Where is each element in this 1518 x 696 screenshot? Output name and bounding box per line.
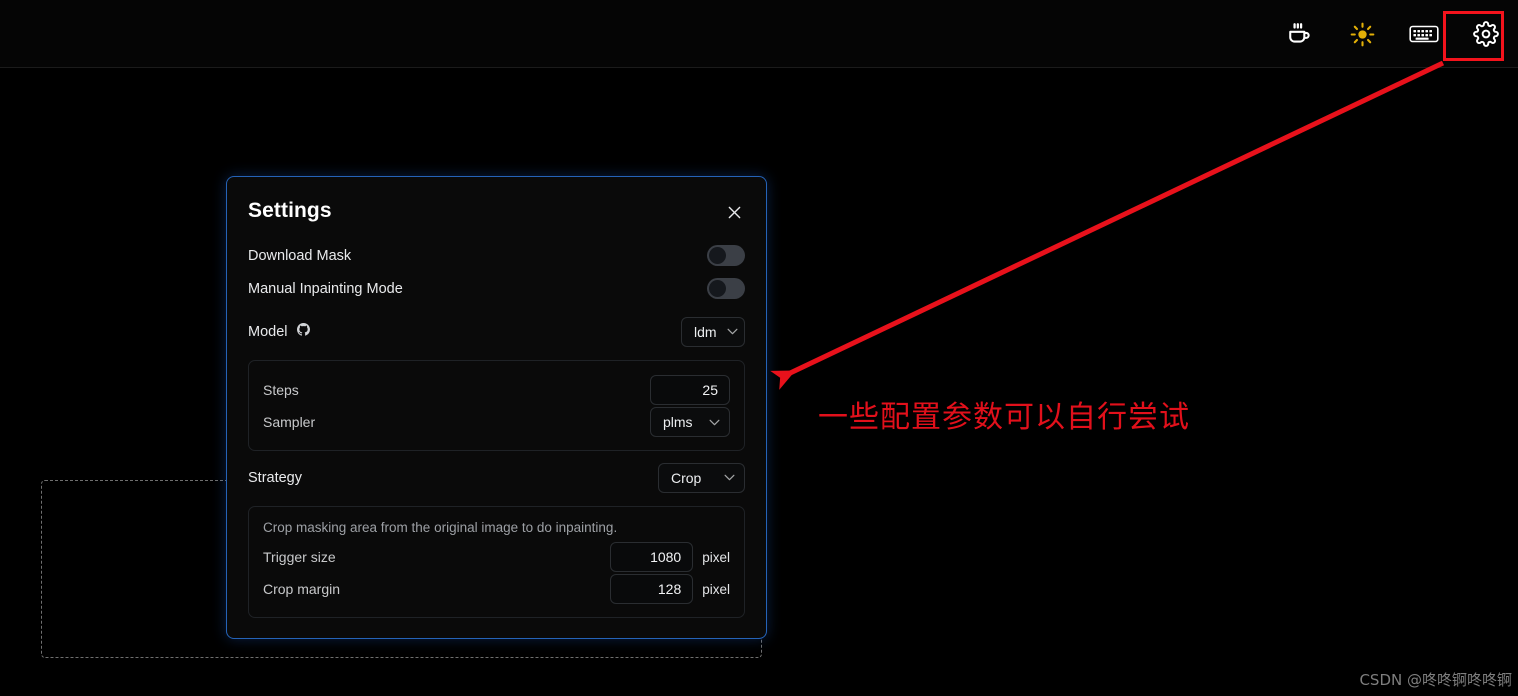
page-title: Settings bbox=[248, 199, 332, 222]
keyboard-icon[interactable] bbox=[1406, 16, 1442, 52]
row-sampler: Sampler plms bbox=[263, 406, 730, 438]
watermark: CSDN @咚咚锕咚咚锕 bbox=[1359, 671, 1512, 689]
chevron-down-icon bbox=[709, 419, 720, 426]
download-mask-toggle[interactable] bbox=[707, 245, 745, 266]
crop-description: Crop masking area from the original imag… bbox=[263, 520, 618, 535]
gear-icon[interactable] bbox=[1468, 16, 1504, 52]
toggle-knob bbox=[709, 247, 726, 264]
manual-inpainting-label: Manual Inpainting Mode bbox=[248, 280, 403, 297]
download-mask-label: Download Mask bbox=[248, 247, 352, 264]
brightness-icon[interactable] bbox=[1344, 16, 1380, 52]
sampler-label: Sampler bbox=[263, 414, 316, 430]
strategy-select[interactable]: Crop bbox=[658, 462, 745, 493]
chevron-down-icon bbox=[727, 328, 738, 335]
strategy-label: Strategy bbox=[248, 469, 302, 486]
trigger-size-label: Trigger size bbox=[263, 549, 336, 565]
crop-params-panel: Crop masking area from the original imag… bbox=[248, 506, 745, 618]
row-steps: Steps 25 bbox=[263, 374, 730, 406]
github-icon[interactable] bbox=[296, 323, 310, 340]
coffee-icon[interactable] bbox=[1282, 16, 1318, 52]
dialog-header: Settings bbox=[248, 199, 745, 223]
toggle-knob bbox=[709, 280, 726, 297]
row-download-mask: Download Mask bbox=[248, 239, 745, 272]
row-strategy: Strategy Crop bbox=[248, 461, 745, 494]
model-params-panel: Steps 25 Sampler plms bbox=[248, 360, 745, 451]
app-root: Settings Download Mask Manual Inpainting… bbox=[0, 0, 1518, 696]
manual-inpainting-toggle[interactable] bbox=[707, 278, 745, 299]
row-manual-inpainting: Manual Inpainting Mode bbox=[248, 272, 745, 305]
model-label-group: Model bbox=[248, 323, 310, 340]
trigger-size-unit: pixel bbox=[702, 549, 730, 565]
close-icon[interactable] bbox=[723, 201, 745, 223]
row-crop-margin: Crop margin 128 pixel bbox=[263, 573, 730, 605]
crop-margin-input[interactable]: 128 bbox=[610, 574, 694, 604]
model-label: Model bbox=[248, 323, 288, 340]
model-select[interactable]: ldm bbox=[681, 316, 745, 347]
sampler-select-value: plms bbox=[663, 414, 693, 430]
trigger-size-input[interactable]: 1080 bbox=[610, 542, 694, 572]
strategy-select-value: Crop bbox=[671, 469, 702, 486]
chevron-down-icon bbox=[724, 474, 735, 481]
crop-margin-unit: pixel bbox=[702, 581, 730, 597]
steps-input[interactable]: 25 bbox=[650, 375, 730, 405]
steps-label: Steps bbox=[263, 382, 299, 398]
settings-dialog: Settings Download Mask Manual Inpainting… bbox=[226, 176, 767, 639]
row-trigger-size: Trigger size 1080 pixel bbox=[263, 541, 730, 573]
annotation-text: 一些配置参数可以自行尝试 bbox=[818, 400, 1190, 435]
row-model: Model ldm bbox=[248, 315, 745, 348]
crop-margin-label: Crop margin bbox=[263, 581, 341, 597]
topbar-actions bbox=[1282, 0, 1504, 68]
sampler-select[interactable]: plms bbox=[650, 407, 730, 437]
top-bar bbox=[0, 0, 1518, 68]
model-select-value: ldm bbox=[694, 323, 717, 340]
